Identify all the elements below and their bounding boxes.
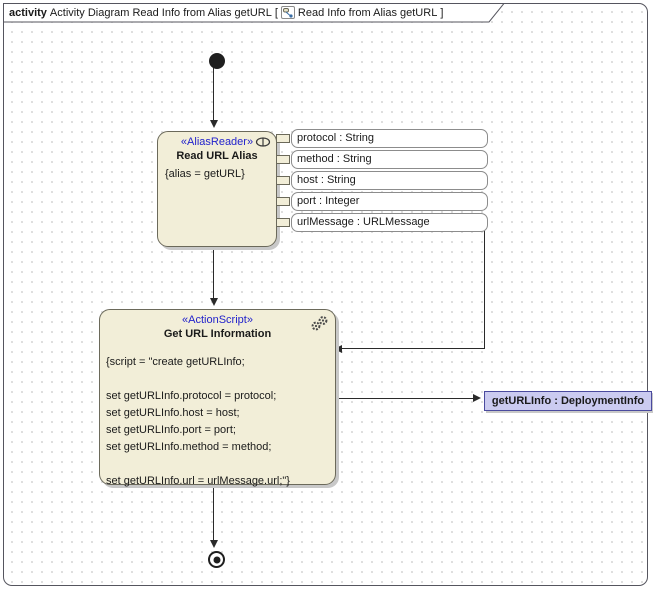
script-line: set getURLInfo.url = urlMessage.url;"} xyxy=(106,473,332,490)
gears-icon xyxy=(309,315,330,335)
arrowhead-into-get-url-information xyxy=(210,298,218,306)
activity-final-node[interactable] xyxy=(208,551,225,568)
object-flow-pins-vertical-segment[interactable] xyxy=(484,231,485,349)
control-flow-get-to-final[interactable] xyxy=(213,482,214,540)
pin-label-port[interactable]: port : Integer xyxy=(291,192,488,211)
script-line: set getURLInfo.host = host; xyxy=(106,405,332,422)
action-decorator-icon xyxy=(255,137,271,150)
arrowhead-into-final-node xyxy=(210,540,218,548)
arrowhead-into-object-node xyxy=(473,394,481,402)
script-line xyxy=(106,456,332,473)
control-flow-initial-to-read[interactable] xyxy=(213,66,214,123)
activity-diagram-icon xyxy=(281,6,295,19)
action-get-url-information[interactable]: «ActionScript» Get URL Information {scri… xyxy=(99,309,336,485)
frame-title: Activity Diagram Read Info from Alias ge… xyxy=(50,7,272,19)
object-node-geturlinfo[interactable]: getURLInfo : DeploymentInfo xyxy=(484,391,652,411)
frame-subtitle: Read Info from Alias getURL xyxy=(298,7,437,19)
object-flow-pins-horizontal-segment[interactable] xyxy=(341,348,485,349)
output-pin-method[interactable] xyxy=(276,155,290,164)
object-flow-get-to-object-node[interactable] xyxy=(334,398,474,399)
output-pin-host[interactable] xyxy=(276,176,290,185)
control-flow-read-to-get[interactable] xyxy=(213,244,214,301)
output-pin-urlmessage[interactable] xyxy=(276,218,290,227)
action-body: {alias = getURL} xyxy=(158,168,276,180)
action-read-url-alias[interactable]: «AliasReader» Read URL Alias {alias = ge… xyxy=(157,131,277,247)
frame-keyword: activity xyxy=(9,7,47,19)
pin-label-urlmessage[interactable]: urlMessage : URLMessage xyxy=(291,213,488,232)
action-name: Read URL Alias xyxy=(158,150,276,162)
pin-label-method[interactable]: method : String xyxy=(291,150,488,169)
script-line: set getURLInfo.port = port; xyxy=(106,422,332,439)
action-name: Get URL Information xyxy=(100,328,335,340)
output-pin-protocol[interactable] xyxy=(276,134,290,143)
stereotype-actionscript: «ActionScript» xyxy=(100,314,335,326)
script-line: set getURLInfo.method = method; xyxy=(106,439,332,456)
frame-bracket-close: ] xyxy=(440,7,443,19)
initial-node[interactable] xyxy=(209,53,225,69)
script-line: set getURLInfo.protocol = protocol; xyxy=(106,388,332,405)
output-pin-port[interactable] xyxy=(276,197,290,206)
pin-label-protocol[interactable]: protocol : String xyxy=(291,129,488,148)
script-line xyxy=(106,371,332,388)
action-script-body: {script = "create getURLInfo; set getURL… xyxy=(106,354,332,490)
script-line: {script = "create getURLInfo; xyxy=(106,354,332,371)
activity-frame[interactable]: protocol : String method : String host :… xyxy=(3,3,648,586)
arrowhead-into-read-url-alias xyxy=(210,120,218,128)
pin-label-host[interactable]: host : String xyxy=(291,171,488,190)
frame-title-tab[interactable]: activity Activity Diagram Read Info from… xyxy=(3,3,505,23)
frame-bracket-open: [ xyxy=(275,7,278,19)
activity-final-dot xyxy=(213,556,220,563)
